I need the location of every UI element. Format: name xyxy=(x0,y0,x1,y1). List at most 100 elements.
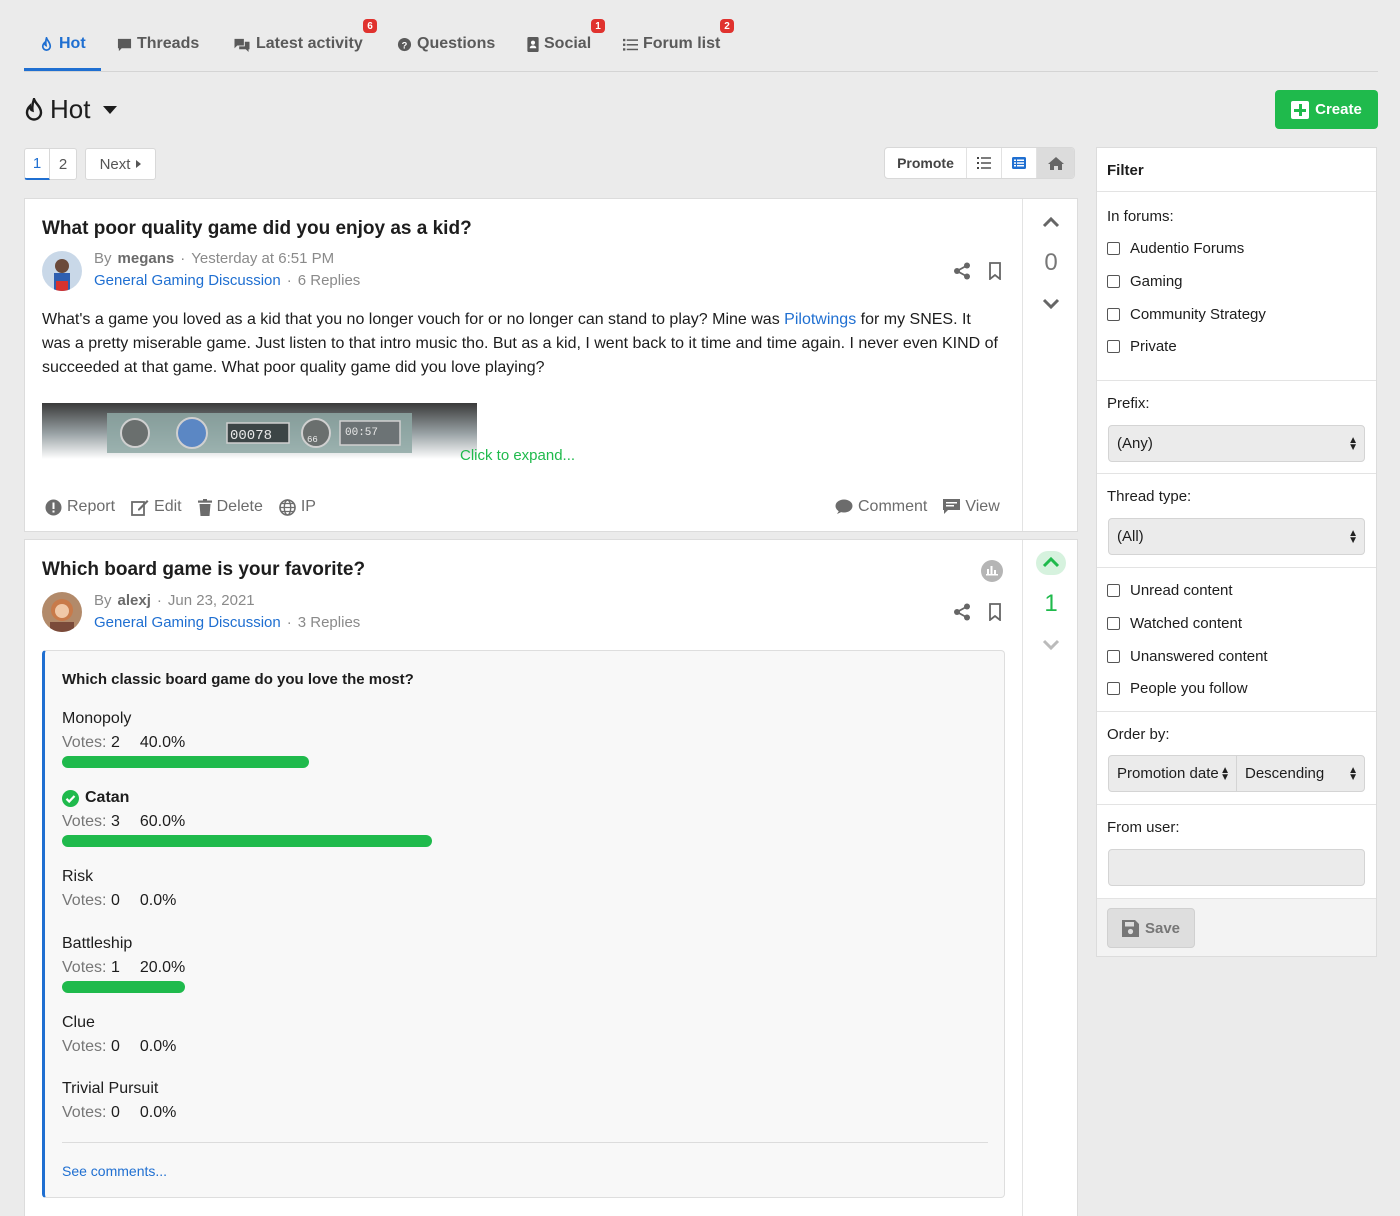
order-by-section: Order by: Promotion date ▲ ▼ Descending ▲ ▼ xyxy=(1097,711,1376,804)
tab-label: Hot xyxy=(59,35,86,52)
forum-checkbox-private[interactable]: Private xyxy=(1107,338,1177,355)
post-date[interactable]: Jun 23, 2021 xyxy=(168,592,255,609)
tab-label: Latest activity xyxy=(256,35,363,52)
checkbox-label: Private xyxy=(1130,338,1177,355)
checkbox[interactable] xyxy=(1107,682,1120,695)
checkbox[interactable] xyxy=(1107,340,1120,353)
people-you-follow-checkbox[interactable]: People you follow xyxy=(1107,680,1248,697)
checkbox-label: Audentio Forums xyxy=(1130,240,1245,257)
pilotwings-screenshot: 00078 66 00:57 xyxy=(42,403,477,459)
flame-icon xyxy=(25,97,43,121)
by-label: By xyxy=(94,250,112,267)
forum-checkbox-community-strategy[interactable]: Community Strategy xyxy=(1107,306,1266,323)
votes-label: Votes: xyxy=(62,892,107,909)
reply-count: 6 Replies xyxy=(297,272,361,289)
order-direction-select[interactable]: Descending ▲ ▼ xyxy=(1236,755,1365,792)
page-1-link[interactable]: 1 xyxy=(24,148,50,180)
checkbox[interactable] xyxy=(1107,584,1120,597)
page-2-link[interactable]: 2 xyxy=(50,148,77,180)
forum-link[interactable]: General Gaming Discussion xyxy=(94,272,281,289)
post-date[interactable]: Yesterday at 6:51 PM xyxy=(191,250,334,267)
author-name[interactable]: alexj xyxy=(118,592,151,609)
downvote-chevron-icon[interactable] xyxy=(1041,293,1061,313)
thread-title[interactable]: Which board game is your favorite? xyxy=(42,559,365,581)
in-forums-label: In forums: xyxy=(1107,208,1174,225)
svg-text:?: ? xyxy=(402,40,408,50)
report-button[interactable]: Report xyxy=(45,498,115,516)
pilotwings-link[interactable]: Pilotwings xyxy=(784,311,856,328)
caret-right-icon xyxy=(136,160,142,168)
checkbox-label: People you follow xyxy=(1130,680,1248,697)
poll-option: Battleship Votes: 1 20.0% xyxy=(62,935,962,993)
tab-threads[interactable]: Threads xyxy=(117,34,199,54)
prefix-select[interactable]: (Any) ▲ ▼ xyxy=(1108,425,1365,462)
forum-link[interactable]: General Gaming Discussion xyxy=(94,614,281,631)
portal-view-button[interactable] xyxy=(1036,148,1074,178)
list-view-button[interactable] xyxy=(966,148,1001,178)
downvote-chevron-icon[interactable] xyxy=(1041,634,1061,654)
article-view-button[interactable] xyxy=(1001,148,1036,178)
avatar[interactable] xyxy=(42,251,82,291)
check-circle-icon xyxy=(62,789,79,807)
tab-social[interactable]: Social xyxy=(527,34,591,54)
thread-type-value: (All) xyxy=(1117,528,1144,545)
vote-number: 0 xyxy=(110,892,120,909)
thread-forum-meta: General Gaming Discussion · 6 Replies xyxy=(94,272,360,289)
click-to-expand-link[interactable]: Click to expand... xyxy=(460,447,575,464)
thread-title[interactable]: What poor quality game did you enjoy as … xyxy=(42,218,472,240)
checkbox[interactable] xyxy=(1107,242,1120,255)
next-page-button[interactable]: Next xyxy=(85,148,156,180)
comment-button[interactable]: Comment xyxy=(835,498,927,516)
author-name[interactable]: megans xyxy=(118,250,175,267)
tab-hot[interactable]: Hot xyxy=(39,34,86,54)
thread-meta: By megans · Yesterday at 6:51 PM xyxy=(94,250,334,267)
avatar-image xyxy=(42,592,82,632)
avatar[interactable] xyxy=(42,592,82,632)
view-button[interactable]: View xyxy=(943,498,1000,516)
order-field-select[interactable]: Promotion date ▲ ▼ xyxy=(1108,755,1237,792)
bookmark-icon[interactable] xyxy=(986,262,1004,280)
promote-button[interactable]: Promote xyxy=(885,148,966,178)
share-icon[interactable] xyxy=(953,262,971,280)
share-icon[interactable] xyxy=(953,603,971,621)
upvote-chevron-icon[interactable] xyxy=(1041,553,1061,573)
checkbox[interactable] xyxy=(1107,275,1120,288)
tab-label: Social xyxy=(544,35,592,52)
top-tabs: Hot Threads Latest activity 6 ? Question… xyxy=(24,0,1378,72)
image-readout: 66 xyxy=(307,435,318,445)
poll-bar-track xyxy=(62,835,962,847)
forum-checkbox-audentio[interactable]: Audentio Forums xyxy=(1107,240,1244,257)
from-user-input[interactable] xyxy=(1108,849,1365,886)
tab-latest-activity[interactable]: Latest activity xyxy=(233,34,363,54)
create-button[interactable]: Create xyxy=(1275,90,1378,129)
upvote-chevron-icon[interactable] xyxy=(1041,213,1061,233)
unread-content-checkbox[interactable]: Unread content xyxy=(1107,582,1233,599)
thread-content: What poor quality game did you enjoy as … xyxy=(25,199,1022,533)
save-button[interactable]: Save xyxy=(1107,908,1195,948)
thread-type-select[interactable]: (All) ▲ ▼ xyxy=(1108,518,1365,555)
checkbox[interactable] xyxy=(1107,650,1120,663)
globe-icon xyxy=(279,498,296,516)
edit-button[interactable]: Edit xyxy=(131,498,182,516)
poll-option: Risk Votes: 0 0.0% xyxy=(62,868,962,910)
see-comments-link[interactable]: See comments... xyxy=(62,1163,167,1179)
unanswered-content-checkbox[interactable]: Unanswered content xyxy=(1107,648,1268,665)
tab-forum-list[interactable]: Forum list xyxy=(623,34,720,54)
thread-meta: By alexj · Jun 23, 2021 xyxy=(94,592,255,609)
embedded-game-image[interactable]: 00078 66 00:57 xyxy=(42,403,477,459)
delete-label: Delete xyxy=(216,498,263,515)
caret-down-icon xyxy=(103,105,118,114)
votes-label: Votes: xyxy=(62,734,107,751)
list-alt-icon xyxy=(1012,157,1026,169)
checkbox[interactable] xyxy=(1107,617,1120,630)
checkbox[interactable] xyxy=(1107,308,1120,321)
forum-checkbox-gaming[interactable]: Gaming xyxy=(1107,273,1183,290)
poll-option: Trivial Pursuit Votes: 0 0.0% xyxy=(62,1080,962,1122)
bookmark-icon[interactable] xyxy=(986,603,1004,621)
tab-questions[interactable]: ? Questions xyxy=(397,34,495,54)
page-title[interactable]: Hot xyxy=(24,94,118,125)
ip-button[interactable]: IP xyxy=(279,498,316,516)
delete-button[interactable]: Delete xyxy=(197,498,263,516)
vote-number: 0 xyxy=(110,1104,120,1121)
watched-content-checkbox[interactable]: Watched content xyxy=(1107,615,1242,632)
